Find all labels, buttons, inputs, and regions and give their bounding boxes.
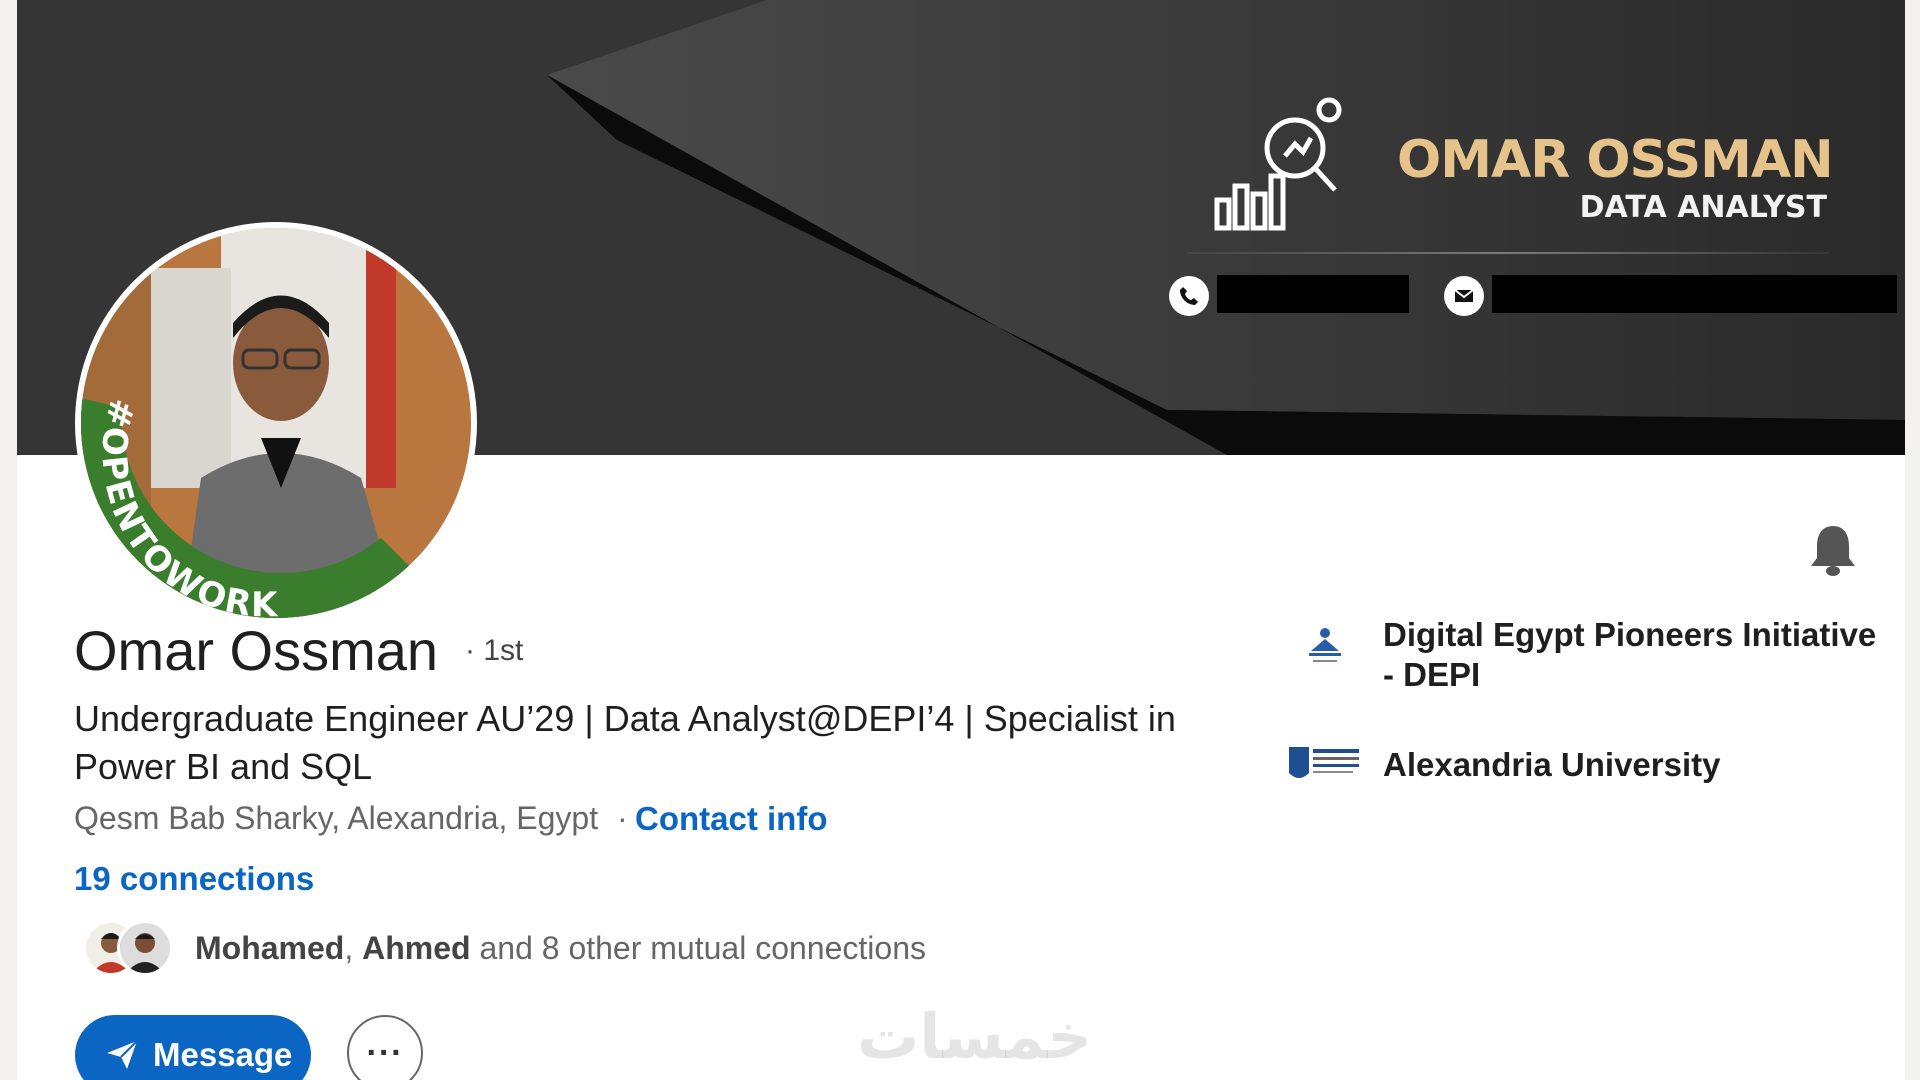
experience-summary: Digital Egypt Pioneers Initiative - DEPI… <box>1285 615 1885 835</box>
experience-name: Digital Egypt Pioneers Initiative - DEPI <box>1383 616 1877 693</box>
location-separator: · <box>617 800 628 836</box>
profile-card: OMAR OSSMAN DATA ANALYST #OPENTOWORK Oma… <box>17 0 1905 1080</box>
banner-brand-role: DATA ANALYST <box>1579 190 1827 225</box>
mutual-rest: and 8 other mutual connections <box>470 930 926 966</box>
message-button[interactable]: Message <box>75 1015 311 1080</box>
mutual-name-1: Mohamed <box>195 930 345 966</box>
mutual-connection-avatars[interactable] <box>83 920 193 978</box>
mutual-separator: , <box>344 930 363 966</box>
experience-item-depi[interactable]: Digital Egypt Pioneers Initiative - DEPI <box>1285 615 1885 695</box>
contact-info-link[interactable]: Contact info <box>635 800 827 838</box>
connections-link[interactable]: 19 connections <box>74 860 314 898</box>
profile-avatar[interactable]: #OPENTOWORK <box>75 222 477 624</box>
send-icon <box>107 1040 138 1069</box>
phone-icon <box>1169 276 1209 316</box>
profile-name: Omar Ossman <box>74 619 439 682</box>
mutual-connections[interactable]: Mohamed, Ahmed and 8 other mutual connec… <box>195 930 926 967</box>
avatar-photo: #OPENTOWORK <box>81 228 471 618</box>
mutual-avatar <box>117 920 173 976</box>
experience-item-alexandria-university[interactable]: Alexandria University <box>1285 735 1885 795</box>
message-button-label: Message <box>153 1036 293 1073</box>
redacted-phone <box>1217 275 1409 313</box>
banner-brand-name: OMAR OSSMAN <box>1397 130 1834 190</box>
alexandria-university-logo-icon <box>1285 735 1365 795</box>
redacted-email <box>1492 275 1897 313</box>
email-icon <box>1444 276 1484 316</box>
connection-degree: · 1st <box>465 634 524 667</box>
watermark: خمسات <box>857 1000 1092 1073</box>
mutual-name-2: Ahmed <box>362 930 471 966</box>
profile-headline: Undergraduate Engineer AU’29 | Data Anal… <box>74 698 1176 787</box>
banner-brand: OMAR OSSMAN DATA ANALYST <box>1207 90 1847 240</box>
banner-divider <box>1187 252 1829 254</box>
profile-location: Qesm Bab Sharky, Alexandria, Egypt <box>74 800 599 836</box>
depi-logo-icon <box>1285 615 1365 675</box>
more-actions-button[interactable]: ··· <box>347 1015 423 1080</box>
bell-icon[interactable] <box>1807 522 1859 583</box>
analytics-logo-icon <box>1214 97 1342 231</box>
experience-name: Alexandria University <box>1383 746 1721 783</box>
